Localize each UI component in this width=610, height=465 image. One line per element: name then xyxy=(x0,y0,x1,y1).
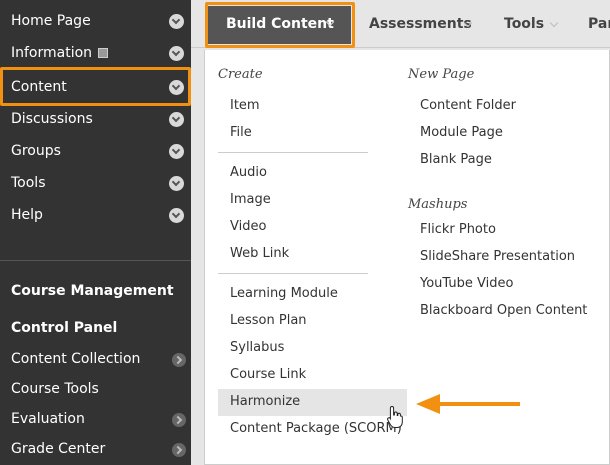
course-management-heading: Course Management xyxy=(11,283,174,299)
menu-item-label: Image xyxy=(230,192,271,207)
chevron-down-icon[interactable] xyxy=(169,112,184,127)
chevron-down-icon[interactable] xyxy=(169,14,184,29)
sidebar-item-content-collection[interactable]: Content Collection xyxy=(0,345,191,375)
chevron-right-icon[interactable] xyxy=(172,413,186,427)
sidebar-item-label: Evaluation xyxy=(11,411,85,427)
group-title-new-page: New Page xyxy=(408,67,475,82)
menu-item-label: Web Link xyxy=(230,246,290,261)
sidebar-item-label: Help xyxy=(11,207,43,223)
chevron-down-icon xyxy=(549,18,559,28)
menu-item-image[interactable]: Image xyxy=(218,187,393,214)
sidebar-item-label: Grade Center xyxy=(11,441,106,457)
sidebar-item-discussions[interactable]: Discussions xyxy=(0,104,191,136)
menu-item-label: Blackboard Open Content xyxy=(420,303,588,318)
menu-item-label: Course Link xyxy=(230,367,307,382)
menu-item-item[interactable]: Item xyxy=(218,93,393,120)
menu-item-blackboard-open-content[interactable]: Blackboard Open Content xyxy=(408,298,598,325)
build-content-highlight xyxy=(205,2,355,48)
sidebar-item-label: Groups xyxy=(11,143,61,159)
group-title-mashups: Mashups xyxy=(408,197,468,212)
sidebar-item-label: Course Tools xyxy=(11,381,99,397)
chevron-down-icon[interactable] xyxy=(169,176,184,191)
sidebar-item-label: Content Collection xyxy=(11,351,141,367)
sidebar-item-grade-center[interactable]: Grade Center xyxy=(0,435,191,465)
sidebar-item-tools[interactable]: Tools xyxy=(0,168,191,200)
course-sidebar: Home Page Information Content Discussion… xyxy=(0,0,191,465)
menu-item-harmonize[interactable]: Harmonize xyxy=(218,389,407,416)
tab-label: Par xyxy=(588,16,610,32)
hand-cursor-icon xyxy=(387,405,403,428)
menu-item-label: Blank Page xyxy=(420,152,492,167)
menu-item-label: SlideShare Presentation xyxy=(420,249,576,264)
sidebar-item-home-page[interactable]: Home Page xyxy=(0,6,191,38)
menu-item-label: Flickr Photo xyxy=(420,222,496,237)
menu-item-module-page[interactable]: Module Page xyxy=(408,120,598,147)
control-panel-heading[interactable]: Control Panel xyxy=(11,320,117,336)
sidebar-item-groups[interactable]: Groups xyxy=(0,136,191,168)
tab-tools[interactable]: Tools xyxy=(503,0,573,48)
information-label: Information xyxy=(11,45,93,61)
sidebar-item-label: Tools xyxy=(11,175,46,191)
menu-divider xyxy=(218,152,368,153)
menu-item-course-link[interactable]: Course Link xyxy=(218,362,393,389)
content-highlight xyxy=(0,67,191,106)
chevron-down-icon[interactable] xyxy=(169,208,184,223)
menu-item-label: Video xyxy=(230,219,267,234)
sidebar-item-help[interactable]: Help xyxy=(0,200,191,232)
tab-label: Assessments xyxy=(369,16,472,32)
menu-item-label: YouTube Video xyxy=(420,276,514,291)
menu-item-label: Item xyxy=(230,98,260,113)
menu-item-flickr-photo[interactable]: Flickr Photo xyxy=(408,217,598,244)
menu-item-learning-module[interactable]: Learning Module xyxy=(218,281,393,308)
chevron-down-icon[interactable] xyxy=(169,144,184,159)
menu-item-video[interactable]: Video xyxy=(218,214,393,241)
sidebar-item-information[interactable]: Information xyxy=(0,38,191,70)
menu-item-file[interactable]: File xyxy=(218,120,393,147)
sidebar-item-evaluation[interactable]: Evaluation xyxy=(0,405,191,435)
menu-item-label: Lesson Plan xyxy=(230,313,307,328)
menu-item-label: Content Folder xyxy=(420,98,517,113)
group-title-create: Create xyxy=(218,67,263,82)
sidebar-item-label: Discussions xyxy=(11,111,93,127)
menu-item-slideshare-presentation[interactable]: SlideShare Presentation xyxy=(408,244,598,271)
menu-item-label: Harmonize xyxy=(230,394,301,409)
menu-item-label: Syllabus xyxy=(230,340,285,355)
tab-label: Tools xyxy=(504,16,545,32)
menu-item-web-link[interactable]: Web Link xyxy=(218,241,393,268)
sidebar-item-course-tools[interactable]: Course Tools xyxy=(0,375,191,405)
menu-item-audio[interactable]: Audio xyxy=(218,160,393,187)
menu-item-lesson-plan[interactable]: Lesson Plan xyxy=(218,308,393,335)
menu-item-label: Module Page xyxy=(420,125,503,140)
build-content-dropdown: Create Item File Audio Image Video Web L… xyxy=(204,50,610,465)
callout-arrow-icon xyxy=(416,394,520,414)
menu-item-syllabus[interactable]: Syllabus xyxy=(218,335,393,362)
menu-item-content-folder[interactable]: Content Folder xyxy=(408,93,598,120)
menu-item-label: File xyxy=(230,125,252,140)
menu-item-label: Content Package (SCORM) xyxy=(230,421,402,436)
page-icon xyxy=(98,48,109,58)
tab-assessments[interactable]: Assessments xyxy=(367,0,477,48)
chevron-down-icon[interactable] xyxy=(169,46,184,61)
menu-item-content-package-scorm[interactable]: Content Package (SCORM) xyxy=(218,416,407,443)
chevron-right-icon[interactable] xyxy=(172,443,186,457)
sidebar-item-label: Home Page xyxy=(11,13,91,29)
sidebar-divider xyxy=(0,260,191,261)
menu-item-label: Learning Module xyxy=(230,286,338,301)
menu-item-blank-page[interactable]: Blank Page xyxy=(408,147,598,174)
menu-divider xyxy=(218,273,368,274)
chevron-right-icon[interactable] xyxy=(172,353,186,367)
menu-item-youtube-video[interactable]: YouTube Video xyxy=(408,271,598,298)
sidebar-item-label: Information xyxy=(11,45,109,61)
menu-item-label: Audio xyxy=(230,165,267,180)
tab-partial[interactable]: Par xyxy=(588,0,610,48)
